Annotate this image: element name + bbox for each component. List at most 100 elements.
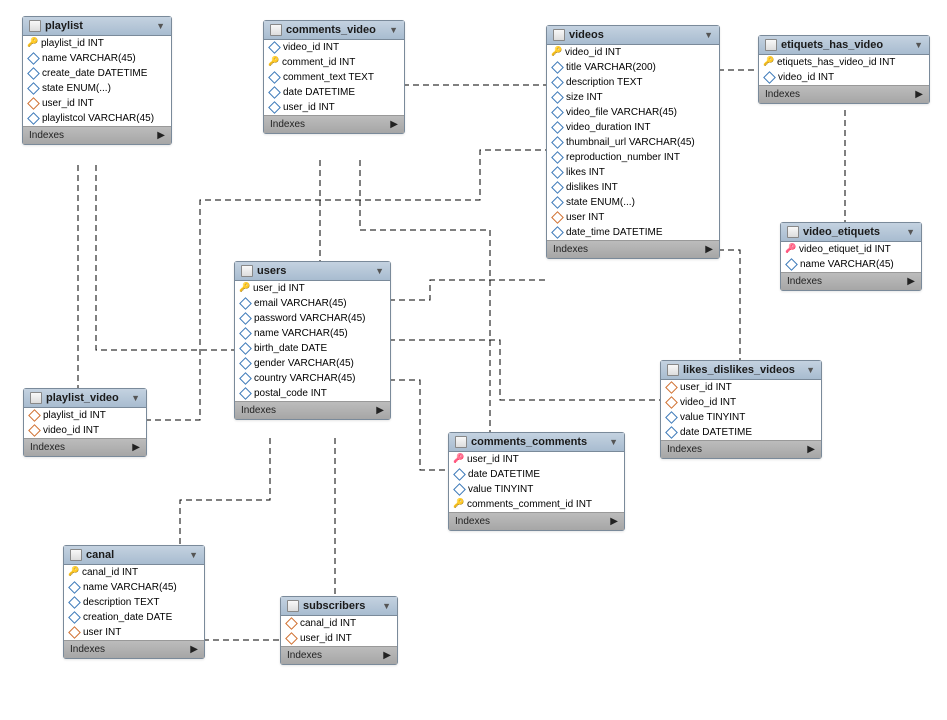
indexes-section[interactable]: Indexes▶ — [661, 440, 821, 458]
expand-icon[interactable]: ▶ — [610, 516, 618, 527]
table-header[interactable]: subscribers▼ — [281, 597, 397, 616]
expand-icon[interactable]: ▶ — [383, 650, 391, 661]
column-row[interactable]: video_id INT — [24, 423, 146, 438]
table-header[interactable]: video_etiquets▼ — [781, 223, 921, 242]
column-row[interactable]: date DATETIME — [661, 425, 821, 440]
column-row[interactable]: video_id INT — [547, 45, 719, 60]
column-row[interactable]: reproduction_number INT — [547, 150, 719, 165]
column-row[interactable]: video_id INT — [661, 395, 821, 410]
collapse-icon[interactable]: ▼ — [375, 266, 384, 276]
column-row[interactable]: playlist_id INT — [23, 36, 171, 51]
column-row[interactable]: video_id INT — [264, 40, 404, 55]
collapse-icon[interactable]: ▼ — [704, 30, 713, 40]
column-row[interactable]: name VARCHAR(45) — [64, 580, 204, 595]
expand-icon[interactable]: ▶ — [390, 119, 398, 130]
column-row[interactable]: title VARCHAR(200) — [547, 60, 719, 75]
table-canal[interactable]: canal▼canal_id INTname VARCHAR(45)descri… — [63, 545, 205, 659]
column-row[interactable]: gender VARCHAR(45) — [235, 356, 390, 371]
column-row[interactable]: date DATETIME — [449, 467, 624, 482]
column-row[interactable]: name VARCHAR(45) — [23, 51, 171, 66]
column-row[interactable]: name VARCHAR(45) — [235, 326, 390, 341]
column-row[interactable]: date DATETIME — [264, 85, 404, 100]
column-row[interactable]: value TINYINT — [449, 482, 624, 497]
column-row[interactable]: user_id INT — [449, 452, 624, 467]
collapse-icon[interactable]: ▼ — [389, 25, 398, 35]
column-row[interactable]: comment_text TEXT — [264, 70, 404, 85]
indexes-section[interactable]: Indexes▶ — [547, 240, 719, 258]
column-row[interactable]: create_date DATETIME — [23, 66, 171, 81]
table-comments_comments[interactable]: comments_comments▼user_id INTdate DATETI… — [448, 432, 625, 531]
column-row[interactable]: user_id INT — [264, 100, 404, 115]
table-comments_video[interactable]: comments_video▼video_id INTcomment_id IN… — [263, 20, 405, 134]
table-header[interactable]: etiquets_has_video▼ — [759, 36, 929, 55]
expand-icon[interactable]: ▶ — [190, 644, 198, 655]
column-row[interactable]: state ENUM(...) — [547, 195, 719, 210]
collapse-icon[interactable]: ▼ — [156, 21, 165, 31]
indexes-section[interactable]: Indexes▶ — [264, 115, 404, 133]
table-etiquets_has_video[interactable]: etiquets_has_video▼etiquets_has_video_id… — [758, 35, 930, 104]
column-row[interactable]: playlist_id INT — [24, 408, 146, 423]
column-row[interactable]: comment_id INT — [264, 55, 404, 70]
column-row[interactable]: state ENUM(...) — [23, 81, 171, 96]
column-row[interactable]: user_id INT — [281, 631, 397, 646]
column-row[interactable]: video_file VARCHAR(45) — [547, 105, 719, 120]
table-header[interactable]: comments_video▼ — [264, 21, 404, 40]
collapse-icon[interactable]: ▼ — [806, 365, 815, 375]
expand-icon[interactable]: ▶ — [915, 89, 923, 100]
column-row[interactable]: playlistcol VARCHAR(45) — [23, 111, 171, 126]
collapse-icon[interactable]: ▼ — [914, 40, 923, 50]
column-row[interactable]: video_duration INT — [547, 120, 719, 135]
column-row[interactable]: canal_id INT — [281, 616, 397, 631]
expand-icon[interactable]: ▶ — [157, 130, 165, 141]
column-row[interactable]: comments_comment_id INT — [449, 497, 624, 512]
column-row[interactable]: dislikes INT — [547, 180, 719, 195]
expand-icon[interactable]: ▶ — [807, 444, 815, 455]
collapse-icon[interactable]: ▼ — [131, 393, 140, 403]
table-video_etiquets[interactable]: video_etiquets▼video_etiquet_id INTname … — [780, 222, 922, 291]
column-row[interactable]: likes INT — [547, 165, 719, 180]
table-header[interactable]: videos▼ — [547, 26, 719, 45]
expand-icon[interactable]: ▶ — [705, 244, 713, 255]
indexes-section[interactable]: Indexes▶ — [759, 85, 929, 103]
column-row[interactable]: password VARCHAR(45) — [235, 311, 390, 326]
indexes-section[interactable]: Indexes▶ — [781, 272, 921, 290]
column-row[interactable]: value TINYINT — [661, 410, 821, 425]
collapse-icon[interactable]: ▼ — [189, 550, 198, 560]
column-row[interactable]: user_id INT — [23, 96, 171, 111]
column-row[interactable]: user_id INT — [661, 380, 821, 395]
table-header[interactable]: users▼ — [235, 262, 390, 281]
column-row[interactable]: etiquets_has_video_id INT — [759, 55, 929, 70]
expand-icon[interactable]: ▶ — [132, 442, 140, 453]
column-row[interactable]: canal_id INT — [64, 565, 204, 580]
column-row[interactable]: user INT — [64, 625, 204, 640]
table-header[interactable]: canal▼ — [64, 546, 204, 565]
column-row[interactable]: name VARCHAR(45) — [781, 257, 921, 272]
column-row[interactable]: thumbnail_url VARCHAR(45) — [547, 135, 719, 150]
column-row[interactable]: description TEXT — [64, 595, 204, 610]
table-playlist[interactable]: playlist▼playlist_id INTname VARCHAR(45)… — [22, 16, 172, 145]
column-row[interactable]: creation_date DATE — [64, 610, 204, 625]
column-row[interactable]: date_time DATETIME — [547, 225, 719, 240]
expand-icon[interactable]: ▶ — [376, 405, 384, 416]
column-row[interactable]: birth_date DATE — [235, 341, 390, 356]
indexes-section[interactable]: Indexes▶ — [24, 438, 146, 456]
column-row[interactable]: country VARCHAR(45) — [235, 371, 390, 386]
column-row[interactable]: video_etiquet_id INT — [781, 242, 921, 257]
column-row[interactable]: user_id INT — [235, 281, 390, 296]
collapse-icon[interactable]: ▼ — [609, 437, 618, 447]
table-header[interactable]: playlist_video▼ — [24, 389, 146, 408]
table-users[interactable]: users▼user_id INTemail VARCHAR(45)passwo… — [234, 261, 391, 420]
table-playlist_video[interactable]: playlist_video▼playlist_id INTvideo_id I… — [23, 388, 147, 457]
table-header[interactable]: likes_dislikes_videos▼ — [661, 361, 821, 380]
column-row[interactable]: postal_code INT — [235, 386, 390, 401]
collapse-icon[interactable]: ▼ — [906, 227, 915, 237]
indexes-section[interactable]: Indexes▶ — [64, 640, 204, 658]
table-videos[interactable]: videos▼video_id INTtitle VARCHAR(200)des… — [546, 25, 720, 259]
indexes-section[interactable]: Indexes▶ — [281, 646, 397, 664]
table-likes_dislikes_videos[interactable]: likes_dislikes_videos▼user_id INTvideo_i… — [660, 360, 822, 459]
table-header[interactable]: playlist▼ — [23, 17, 171, 36]
column-row[interactable]: user INT — [547, 210, 719, 225]
collapse-icon[interactable]: ▼ — [382, 601, 391, 611]
indexes-section[interactable]: Indexes▶ — [23, 126, 171, 144]
column-row[interactable]: video_id INT — [759, 70, 929, 85]
